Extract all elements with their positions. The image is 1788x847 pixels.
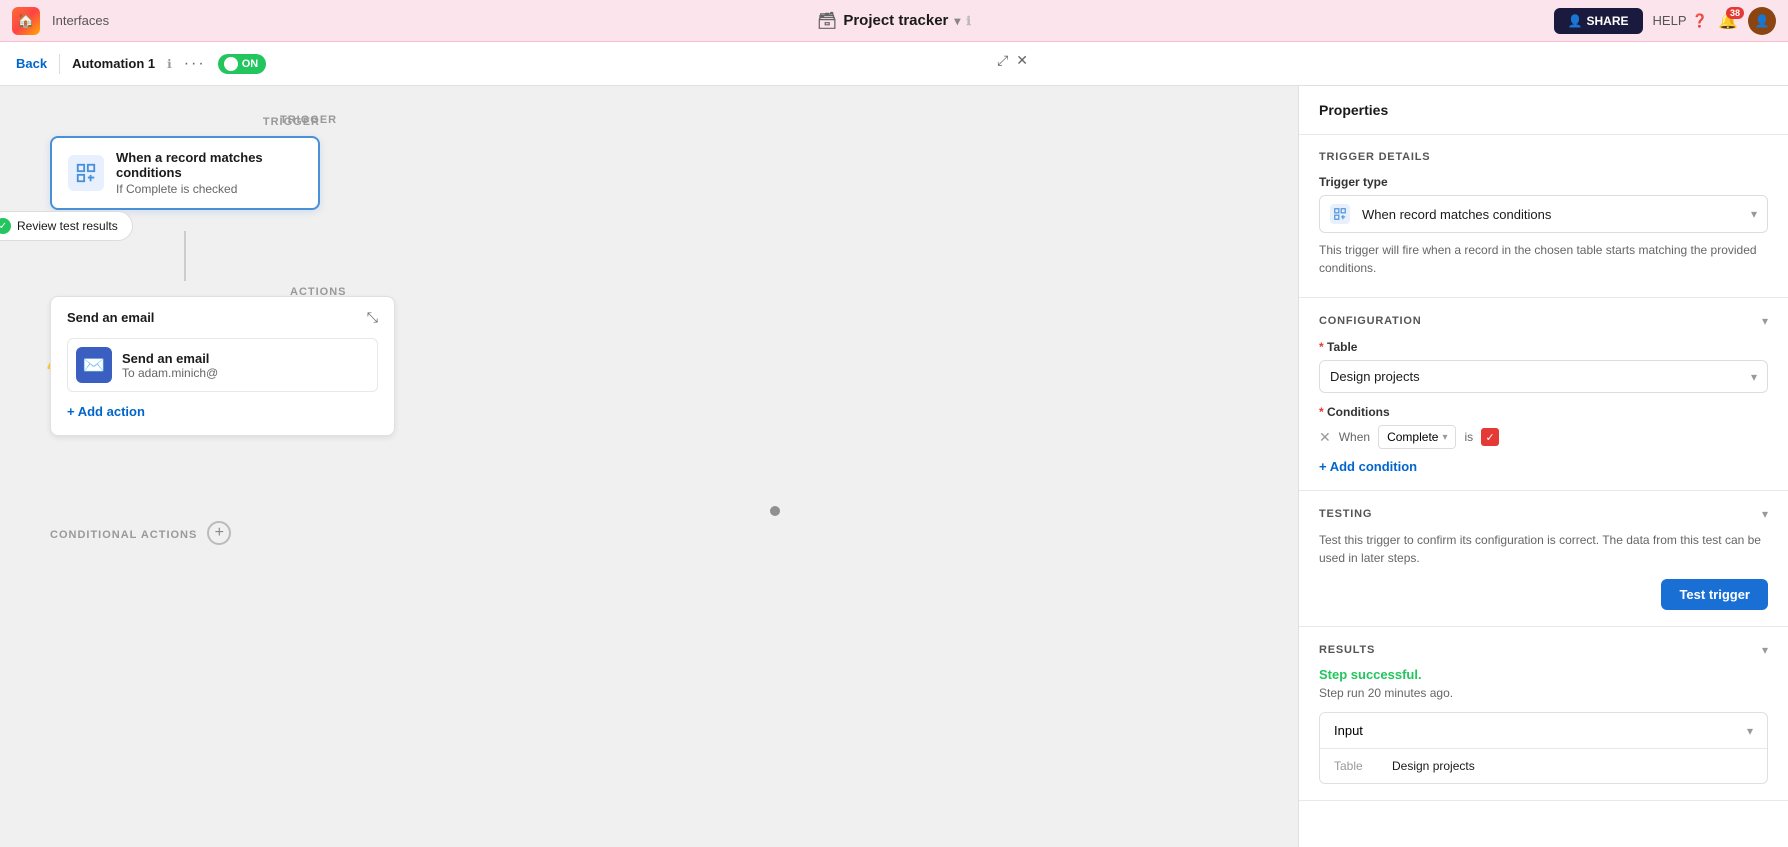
trigger-text: When a record matches conditions If Comp… [116, 150, 302, 196]
action-item[interactable]: ✉️ Send an email To adam.minich@ [67, 338, 378, 392]
trigger-type-content: When record matches conditions [1330, 204, 1751, 224]
avatar[interactable]: 👤 [1748, 7, 1776, 35]
nav-divider [59, 54, 60, 74]
step-time-text: Step run 20 minutes ago. [1319, 686, 1768, 700]
help-button[interactable]: HELP ❓ [1653, 13, 1709, 29]
action-item-text: Send an email To adam.minich@ [122, 351, 218, 380]
table-select[interactable]: Design projects ▾ [1319, 360, 1768, 393]
trigger-type-icon [1330, 204, 1350, 224]
trigger-node-icon [68, 155, 104, 191]
add-condition-button[interactable]: + Add condition [1319, 459, 1417, 474]
input-accordion-chevron: ▾ [1747, 724, 1753, 738]
table-content: Design projects [1330, 369, 1751, 384]
conditions-field-label: * Conditions [1319, 405, 1768, 419]
trigger-details-section: TRIGGER DETAILS Trigger type When rec [1299, 135, 1788, 298]
trigger-description: This trigger will fire when a record in … [1319, 241, 1768, 277]
trigger-type-arrow: ▾ [1751, 207, 1757, 221]
email-icon: ✉️ [76, 347, 112, 383]
second-nav: ⤢ ✕ Back Automation 1 ℹ ··· ON [0, 42, 1788, 86]
input-accordion-content: Table Design projects [1320, 748, 1767, 783]
test-trigger-area: Test trigger [1319, 579, 1768, 610]
test-trigger-button[interactable]: Test trigger [1661, 579, 1768, 610]
toggle-on[interactable]: ON [218, 54, 267, 74]
trigger-details-header: TRIGGER DETAILS [1319, 151, 1768, 163]
input-row-table: Table Design projects [1334, 759, 1753, 773]
toggle-circle [224, 57, 238, 71]
condition-is-text: is [1464, 430, 1473, 444]
testing-description: Test this trigger to confirm its configu… [1319, 531, 1768, 567]
trigger-label-text: TRIGGER [280, 114, 337, 126]
review-test-results-button[interactable]: ✓ Review test results [0, 211, 133, 241]
condition-field-select[interactable]: Complete ▾ [1378, 425, 1456, 449]
connector-line [184, 231, 186, 281]
testing-title: TESTING [1319, 508, 1372, 520]
automation-name: Automation 1 [72, 56, 155, 71]
remove-condition-button[interactable]: ✕ [1319, 429, 1331, 446]
condition-field-arrow: ▾ [1442, 432, 1447, 443]
trigger-details-title: TRIGGER DETAILS [1319, 151, 1430, 163]
properties-panel: Properties TRIGGER DETAILS Trigger type [1298, 86, 1788, 847]
input-accordion: Input ▾ Table Design projects [1319, 712, 1768, 784]
top-nav-right: 👤 SHARE HELP ❓ 🔔 38 👤 [1554, 7, 1776, 35]
panel-header: Properties [1299, 86, 1788, 135]
more-options-button[interactable]: ··· [184, 55, 206, 73]
action-expand-button[interactable]: ⤡ [367, 309, 378, 326]
top-corner-area: ⤢ ✕ [997, 52, 1028, 69]
configuration-chevron[interactable]: ▾ [1762, 314, 1768, 328]
actions-section: Send an email ⤡ ✉️ Send an email To adam… [50, 276, 395, 436]
interfaces-label: Interfaces [52, 13, 109, 28]
condition-when-text: When [1339, 430, 1370, 444]
share-icon: 👤 [1568, 14, 1583, 28]
app-logo: 🏠 [12, 7, 40, 35]
main-layout: TRIGGER ✓ Review test results [0, 86, 1788, 847]
share-button[interactable]: 👤 SHARE [1554, 8, 1643, 34]
results-section: RESULTS ▾ Step successful. Step run 20 m… [1299, 627, 1788, 801]
results-header: RESULTS ▾ [1319, 643, 1768, 657]
testing-chevron[interactable]: ▾ [1762, 507, 1768, 521]
testing-header: TESTING ▾ [1319, 507, 1768, 521]
conditional-section: CONDITIONAL ACTIONS + [50, 431, 231, 545]
project-title: Project tracker [843, 12, 948, 29]
cursor [770, 506, 780, 516]
notification-badge: 38 [1726, 7, 1744, 19]
testing-section: TESTING ▾ Test this trigger to confirm i… [1299, 491, 1788, 627]
configuration-section: CONFIGURATION ▾ * Table Design projects … [1299, 298, 1788, 491]
add-conditional-button[interactable]: + [207, 521, 231, 545]
trigger-section: TRIGGER ✓ Review test results [50, 116, 320, 210]
table-input-value: Design projects [1392, 759, 1475, 773]
results-chevron[interactable]: ▾ [1762, 643, 1768, 657]
check-icon: ✓ [0, 218, 11, 234]
trigger-node[interactable]: When a record matches conditions If Comp… [50, 136, 320, 210]
title-dropdown-icon[interactable]: ▾ [954, 14, 960, 28]
configuration-header: CONFIGURATION ▾ [1319, 314, 1768, 328]
info-icon[interactable]: ℹ [966, 14, 971, 28]
action-card-title: Send an email [67, 310, 154, 325]
conditional-section-label: CONDITIONAL ACTIONS [50, 529, 197, 541]
input-accordion-header[interactable]: Input ▾ [1320, 713, 1767, 748]
table-input-label: Table [1334, 759, 1384, 773]
action-card: Send an email ⤡ ✉️ Send an email To adam… [50, 296, 395, 436]
back-button[interactable]: Back [16, 56, 47, 71]
table-field-label: * Table [1319, 340, 1768, 354]
conditions-row: ✕ When Complete ▾ is ✓ [1319, 425, 1768, 449]
action-card-header: Send an email ⤡ [67, 309, 378, 326]
top-nav: 🏠 Interfaces 🗃 Project tracker ▾ ℹ 👤 SHA… [0, 0, 1788, 42]
notification-button[interactable]: 🔔 38 [1718, 11, 1738, 31]
trigger-type-select[interactable]: When record matches conditions ▾ [1319, 195, 1768, 233]
project-title-area: 🗃 Project tracker ▾ ℹ [817, 11, 971, 31]
automation-info-icon[interactable]: ℹ [167, 57, 172, 71]
trigger-type-label: Trigger type [1319, 175, 1768, 189]
table-arrow: ▾ [1751, 370, 1757, 384]
configuration-title: CONFIGURATION [1319, 315, 1421, 327]
expand-icon[interactable]: ⤢ [997, 52, 1008, 69]
results-title: RESULTS [1319, 644, 1375, 656]
step-successful-text: Step successful. [1319, 667, 1768, 682]
add-action-button[interactable]: + Add action [67, 400, 145, 423]
condition-checkbox[interactable]: ✓ [1481, 428, 1499, 446]
help-circle-icon: ❓ [1692, 13, 1708, 28]
close-icon[interactable]: ✕ [1016, 52, 1028, 69]
canvas: TRIGGER ✓ Review test results [0, 86, 1298, 847]
db-icon: 🗃 [817, 11, 837, 31]
